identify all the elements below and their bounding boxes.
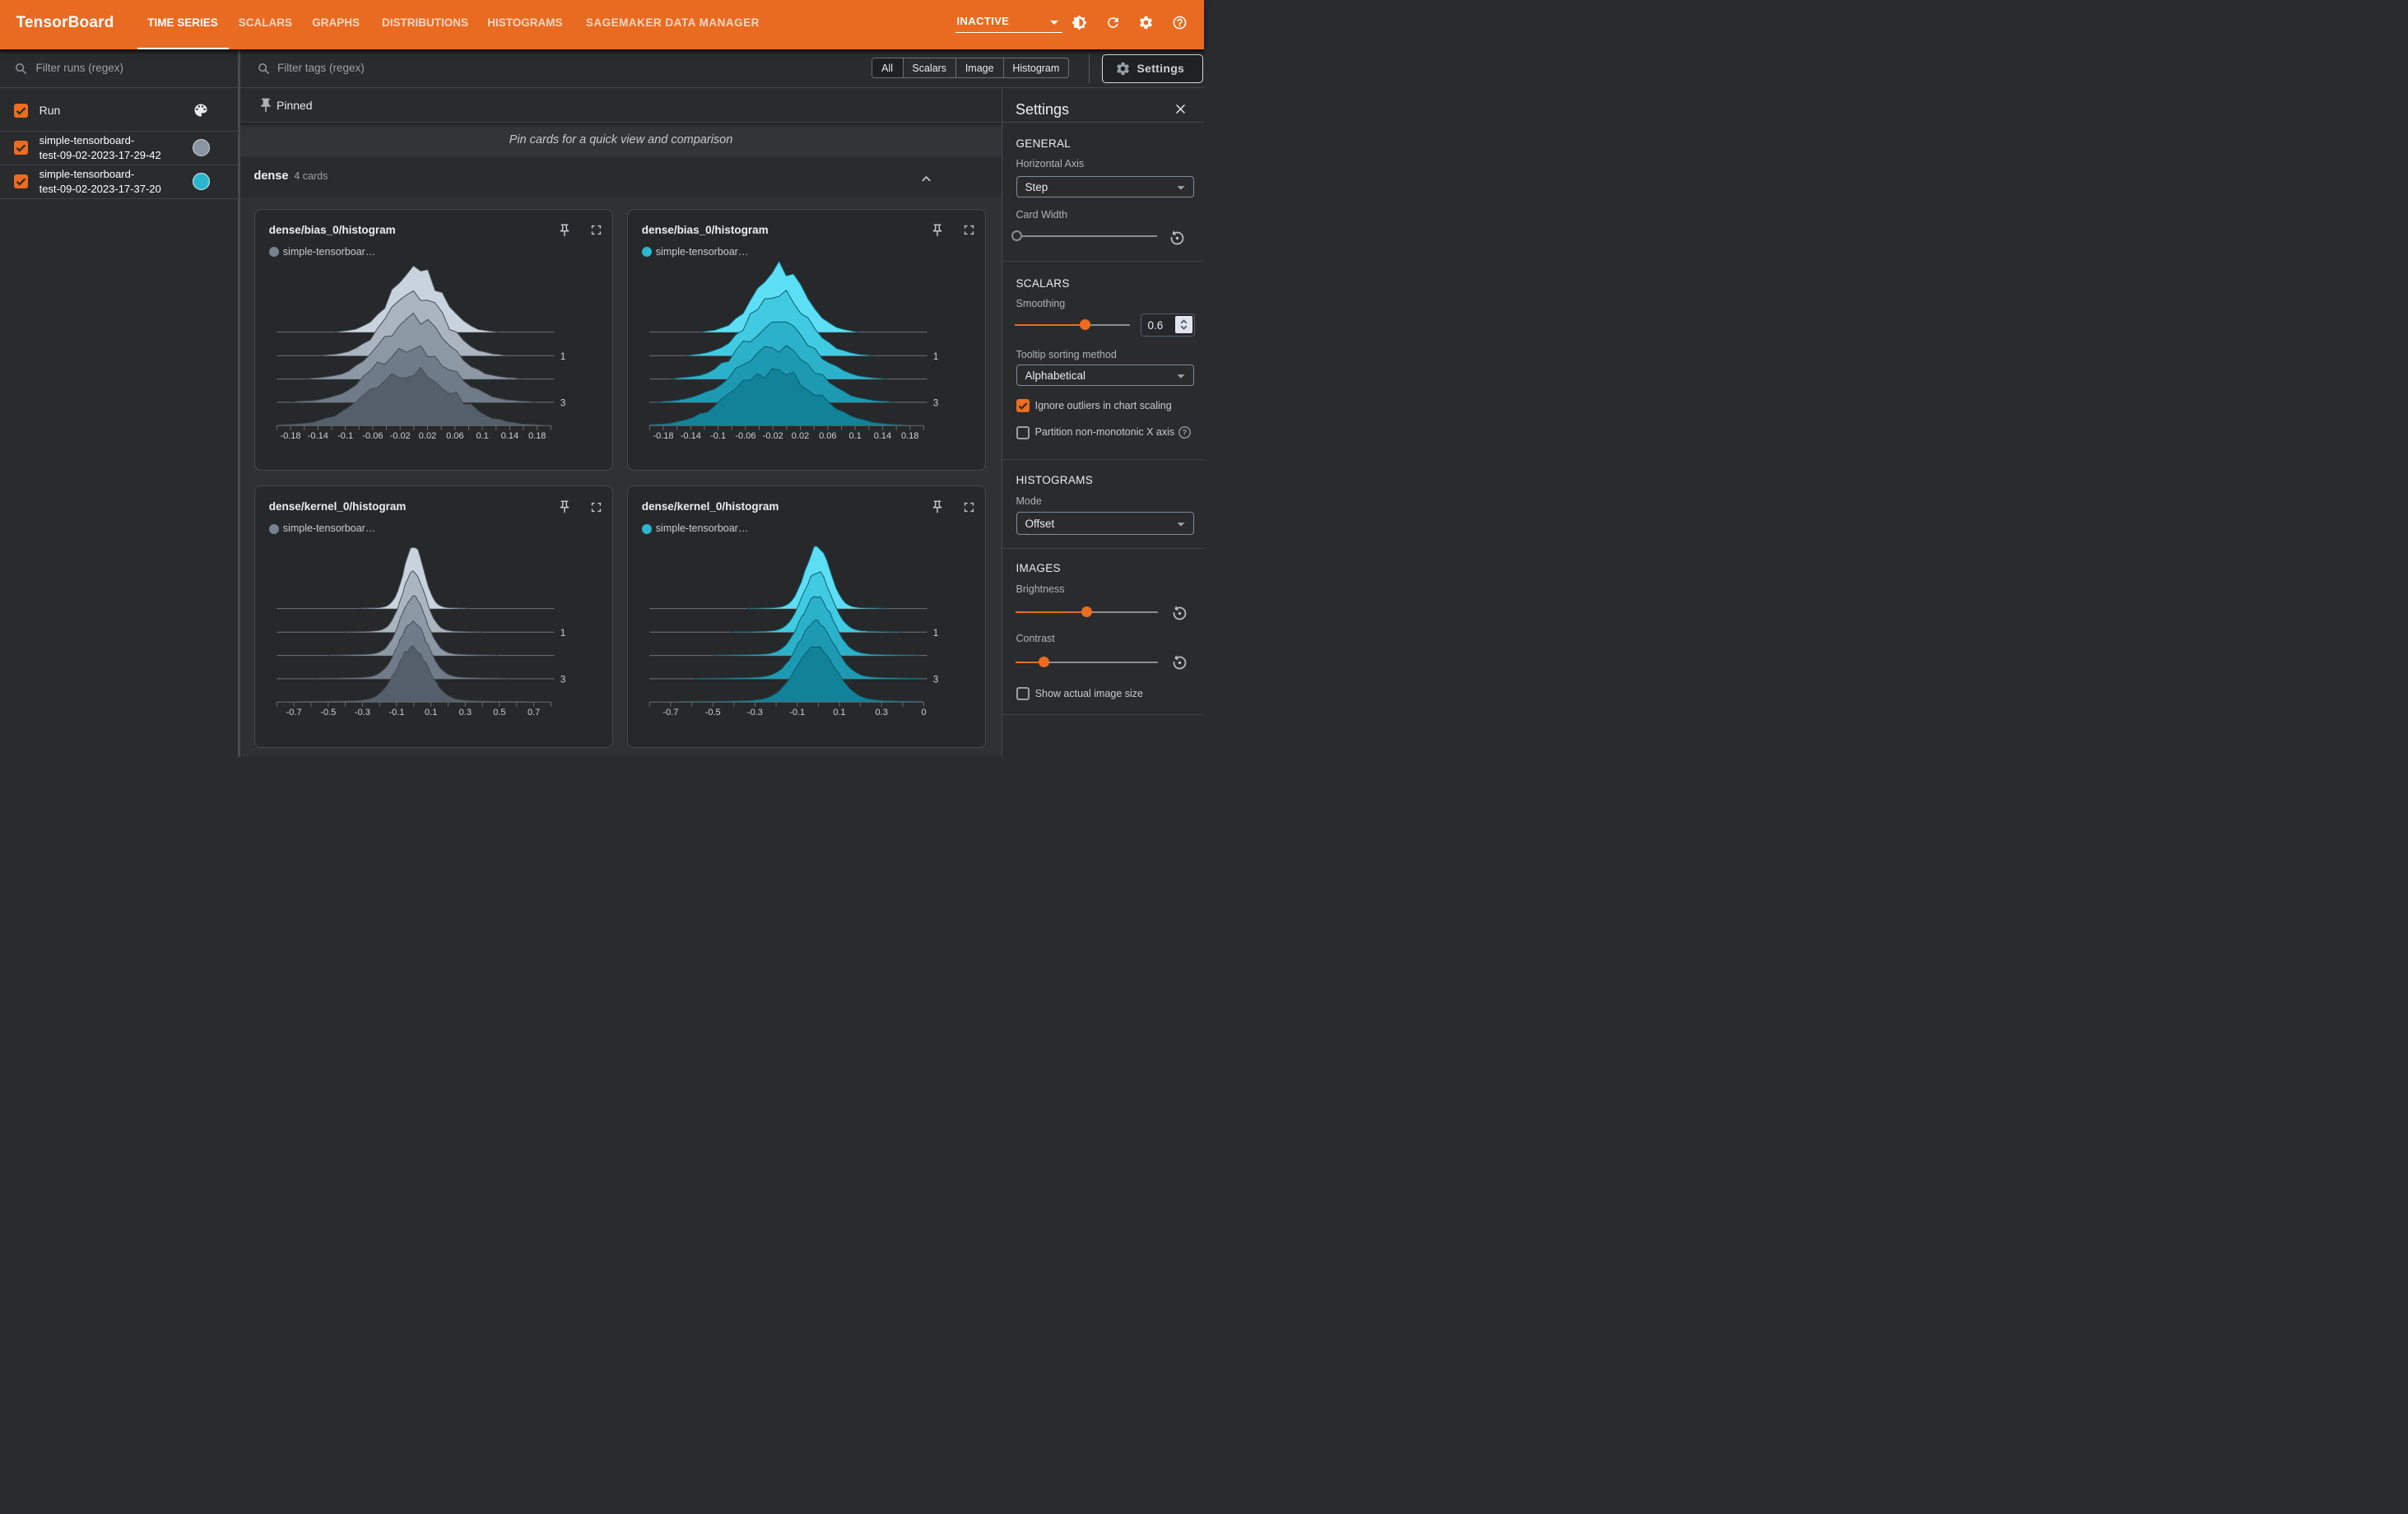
- svg-text:0.18: 0.18: [901, 431, 918, 441]
- svg-text:-0.06: -0.06: [363, 431, 384, 441]
- svg-text:0.06: 0.06: [819, 431, 836, 441]
- svg-text:-0.02: -0.02: [390, 431, 411, 441]
- svg-text:0.3: 0.3: [459, 708, 472, 718]
- svg-text:1: 1: [560, 351, 565, 361]
- svg-text:-0.5: -0.5: [321, 708, 337, 718]
- svg-text:0.18: 0.18: [528, 431, 546, 441]
- svg-text:-0.1: -0.1: [710, 431, 726, 441]
- svg-text:0.7: 0.7: [528, 708, 540, 718]
- svg-text:0.5: 0.5: [494, 708, 506, 718]
- svg-text:0.1: 0.1: [834, 708, 846, 718]
- svg-text:-0.14: -0.14: [308, 431, 328, 441]
- svg-text:3: 3: [560, 676, 565, 685]
- svg-text:0: 0: [922, 708, 927, 718]
- svg-text:3: 3: [560, 398, 565, 408]
- svg-text:-0.02: -0.02: [763, 431, 783, 441]
- svg-text:-0.14: -0.14: [681, 431, 701, 441]
- svg-text:0.14: 0.14: [874, 431, 891, 441]
- svg-text:1: 1: [560, 629, 565, 639]
- svg-text:0.06: 0.06: [446, 431, 463, 441]
- svg-text:-0.1: -0.1: [337, 431, 353, 441]
- svg-text:-0.5: -0.5: [705, 708, 721, 718]
- svg-text:-0.7: -0.7: [286, 708, 302, 718]
- svg-text:0.02: 0.02: [792, 431, 809, 441]
- svg-text:1: 1: [933, 629, 938, 639]
- svg-text:-0.1: -0.1: [389, 708, 405, 718]
- svg-text:-0.06: -0.06: [736, 431, 756, 441]
- svg-text:0.1: 0.1: [425, 708, 437, 718]
- svg-text:1: 1: [933, 351, 938, 361]
- svg-text:0.3: 0.3: [876, 708, 888, 718]
- svg-text:-0.3: -0.3: [747, 708, 763, 718]
- svg-text:3: 3: [933, 398, 938, 408]
- svg-text:0.02: 0.02: [419, 431, 436, 441]
- svg-text:-0.18: -0.18: [653, 431, 674, 441]
- svg-text:3: 3: [933, 676, 938, 685]
- svg-text:-0.1: -0.1: [790, 708, 806, 718]
- svg-text:0.14: 0.14: [501, 431, 518, 441]
- svg-text:-0.18: -0.18: [281, 431, 301, 441]
- svg-text:0.1: 0.1: [849, 431, 862, 441]
- svg-text:?: ?: [1182, 429, 1186, 437]
- svg-text:-0.3: -0.3: [355, 708, 370, 718]
- svg-text:0.1: 0.1: [476, 431, 489, 441]
- svg-text:-0.7: -0.7: [663, 708, 679, 718]
